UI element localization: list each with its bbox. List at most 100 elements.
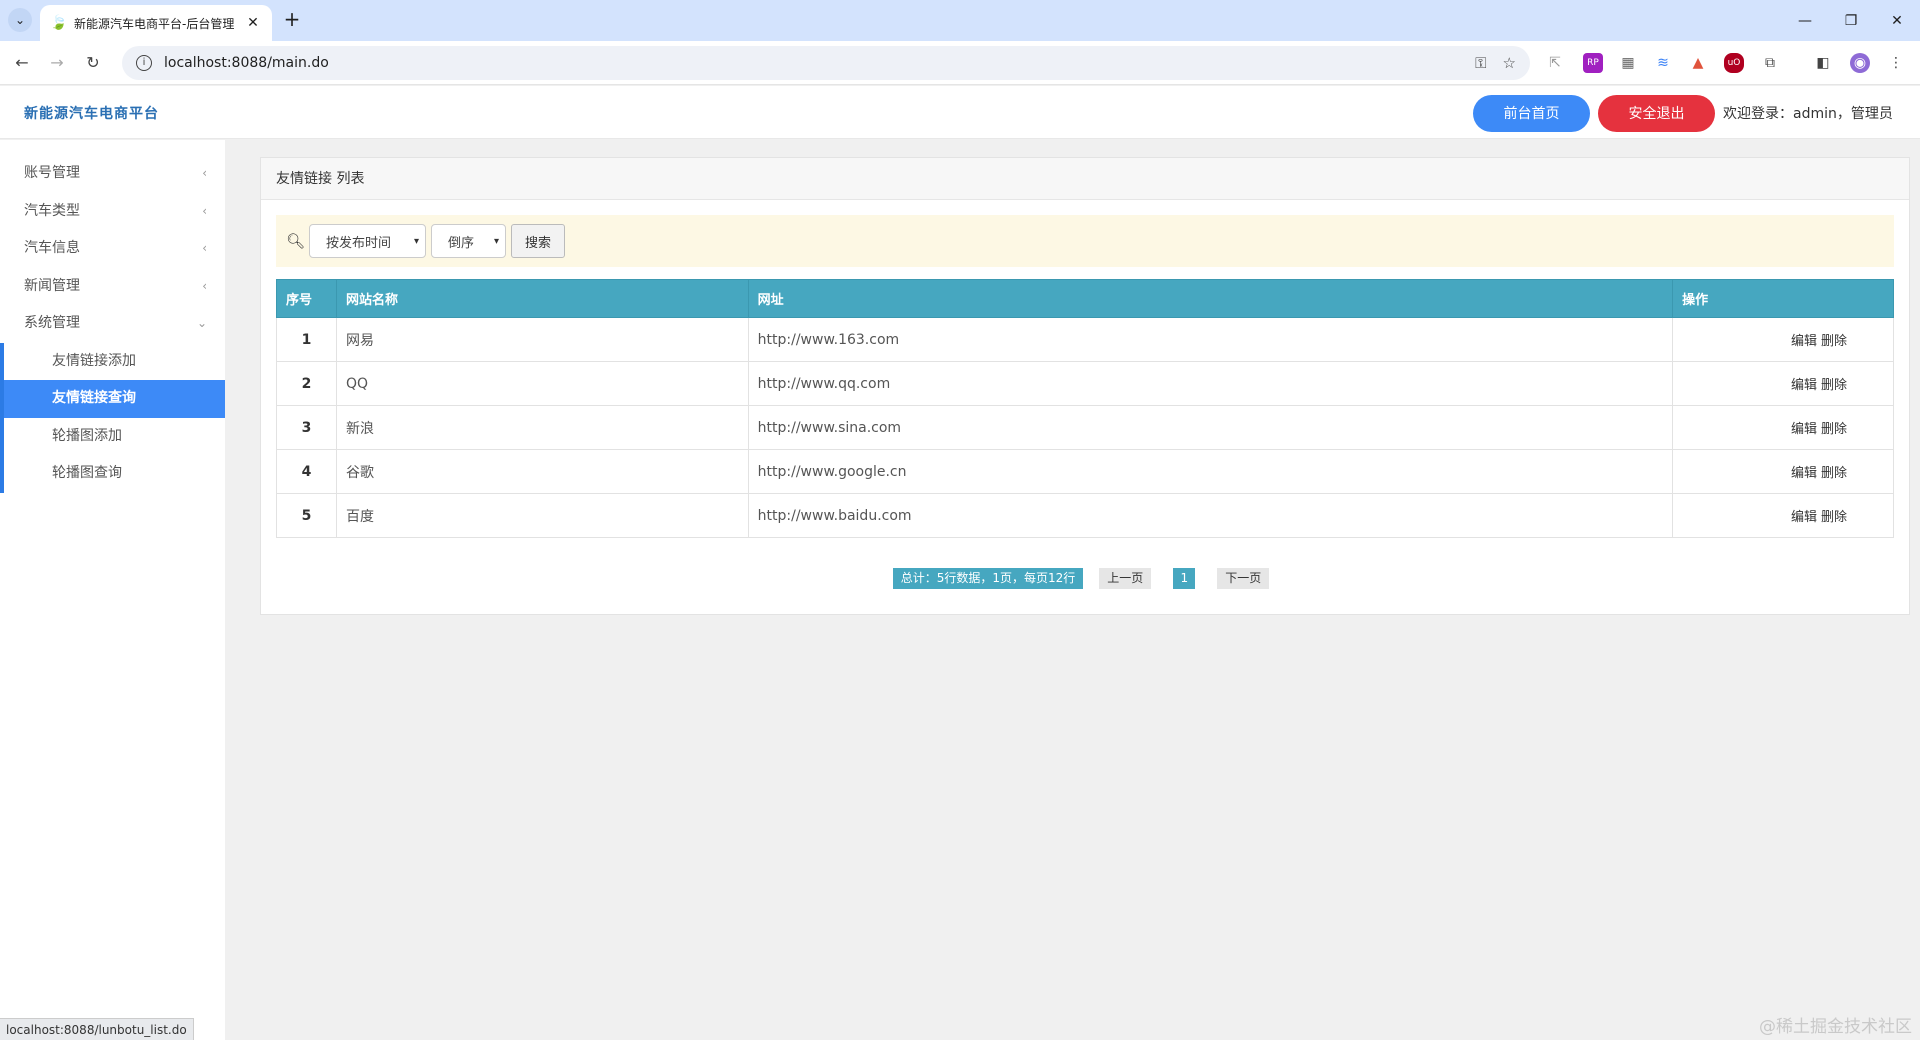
chevron-left-icon: ‹ <box>202 166 207 180</box>
leaf-favicon-icon: 🍃 <box>50 15 68 31</box>
sidebar-item-label: 汽车类型 <box>24 202 80 219</box>
main-panel: 友情链接 列表 🔍︎ 按发布时间 ▾ 倒序 ▾ 搜索 序号 网站名称 网址 操作… <box>260 157 1910 615</box>
cell-actions: 编辑 删除 <box>1672 493 1894 538</box>
watermark: @稀土掘金技术社区 <box>1759 1017 1912 1037</box>
extension-ublock-icon[interactable]: uO <box>1724 53 1744 73</box>
chevron-left-icon: ‹ <box>202 278 207 293</box>
window-close-icon[interactable]: ✕ <box>1874 0 1920 41</box>
sidebar-item-label: 汽车信息 <box>24 240 80 256</box>
front-home-button[interactable]: 前台首页 <box>1473 95 1590 132</box>
pagination-summary: 总计：5行数据，1页，每页12行 <box>892 568 1084 589</box>
cell-url: http://www.baidu.com <box>747 493 1674 538</box>
sort-field-select[interactable]: 按发布时间 ▾ <box>309 224 427 258</box>
panel-title: 友情链接 列表 <box>261 158 1909 200</box>
browser-tabbar: ⌄ 🍃 新能源汽车电商平台-后台管理 ✕ + — ❐ ✕ <box>0 0 1920 41</box>
delete-link[interactable]: 删除 <box>1821 466 1847 481</box>
cell-index: 3 <box>276 405 337 450</box>
edit-link[interactable]: 编辑 <box>1791 510 1817 525</box>
extension-cursor-icon[interactable]: ⇱ <box>1545 53 1565 73</box>
cell-actions: 编辑 删除 <box>1672 449 1894 494</box>
sort-order-select[interactable]: 倒序 ▾ <box>431 224 507 258</box>
edit-link[interactable]: 编辑 <box>1791 334 1817 349</box>
sidebar-item-car-info[interactable]: 汽车信息 ‹ <box>0 230 225 268</box>
search-bar: 🔍︎ 按发布时间 ▾ 倒序 ▾ 搜索 <box>276 215 1894 267</box>
chevron-down-icon: ▾ <box>494 235 500 247</box>
back-arrow-icon[interactable]: ← <box>10 51 34 75</box>
search-icon: 🔍︎ <box>286 232 306 250</box>
minimize-icon[interactable]: — <box>1782 0 1828 41</box>
col-header-url: 网址 <box>747 279 1674 318</box>
kebab-menu-icon[interactable]: ⋮ <box>1886 53 1906 73</box>
forward-arrow-icon[interactable]: → <box>45 51 69 75</box>
browser-tab[interactable]: 🍃 新能源汽车电商平台-后台管理 ✕ <box>40 5 272 41</box>
delete-link[interactable]: 删除 <box>1821 334 1847 349</box>
col-header-name: 网站名称 <box>335 279 749 318</box>
cell-name: 网易 <box>335 317 749 362</box>
sidebar-item-car-types[interactable]: 汽车类型 ‹ <box>0 193 225 231</box>
prev-page-button[interactable]: 上一页 <box>1099 568 1152 589</box>
extension-rp-icon[interactable]: RP <box>1583 53 1603 73</box>
links-table: 序号 网站名称 网址 操作 1 网易 http://www.163.com 编辑… <box>276 279 1894 538</box>
cell-index: 4 <box>276 449 337 494</box>
table-row: 2 QQ http://www.qq.com 编辑 删除 <box>276 361 1894 406</box>
password-key-icon[interactable]: ⚿ <box>1475 54 1486 72</box>
extension-tree-icon[interactable]: ▲ <box>1688 53 1708 73</box>
cell-url: http://www.qq.com <box>747 361 1674 406</box>
new-tab-plus-icon[interactable]: + <box>280 8 304 32</box>
sidebar-submenu: 友情链接添加 友情链接查询 轮播图添加 轮播图查询 <box>0 342 225 493</box>
cell-url: http://www.google.cn <box>747 449 1674 494</box>
delete-link[interactable]: 删除 <box>1821 510 1847 525</box>
cell-actions: 编辑 删除 <box>1672 317 1894 362</box>
table-row: 1 网易 http://www.163.com 编辑 删除 <box>276 317 1894 362</box>
current-page[interactable]: 1 <box>1173 568 1196 589</box>
sidebar-subitem-link-list[interactable]: 友情链接查询 <box>4 380 225 418</box>
next-page-button[interactable]: 下一页 <box>1217 568 1270 589</box>
address-url[interactable]: localhost:8088/main.do <box>164 55 1459 71</box>
sidebar-item-label: 账号管理 <box>24 165 80 181</box>
browser-toolbar: ← → ↻ i localhost:8088/main.do ⚿ ☆ ⇱ RP … <box>0 41 1920 85</box>
chevron-down-icon: ⌄ <box>196 316 207 330</box>
delete-link[interactable]: 删除 <box>1821 422 1847 437</box>
sidebar-subitem-link-add[interactable]: 友情链接添加 <box>4 343 225 381</box>
tab-close-icon[interactable]: ✕ <box>244 15 262 31</box>
extension-store-icon[interactable]: ▦ <box>1618 53 1638 73</box>
edit-link[interactable]: 编辑 <box>1791 466 1817 481</box>
sidebar-item-accounts[interactable]: 账号管理 ‹ <box>0 155 225 193</box>
cell-name: QQ <box>335 361 749 406</box>
cell-name: 百度 <box>335 493 749 538</box>
table-row: 5 百度 http://www.baidu.com 编辑 删除 <box>276 493 1894 538</box>
cell-actions: 编辑 删除 <box>1672 405 1894 450</box>
tab-title: 新能源汽车电商平台-后台管理 <box>74 16 235 31</box>
site-info-icon[interactable]: i <box>136 55 152 71</box>
delete-link[interactable]: 删除 <box>1821 378 1847 393</box>
brand-title[interactable]: 新能源汽车电商平台 <box>24 103 159 123</box>
address-bar[interactable]: i localhost:8088/main.do ⚿ ☆ <box>122 46 1530 80</box>
sidebar-item-news[interactable]: 新闻管理 ‹ <box>0 268 225 306</box>
sort-order-value: 倒序 <box>448 235 475 251</box>
reload-icon[interactable]: ↻ <box>81 51 105 75</box>
extension-layers-icon[interactable]: ≋ <box>1653 53 1673 73</box>
tab-search-chevron-icon[interactable]: ⌄ <box>8 8 32 32</box>
app-header: 新能源汽车电商平台 前台首页 安全退出 欢迎登录：admin，管理员 <box>0 86 1920 139</box>
bookmark-star-icon[interactable]: ☆ <box>1503 54 1516 72</box>
side-panel-icon[interactable]: ◧ <box>1813 53 1833 73</box>
extensions-puzzle-icon[interactable]: ⧉ <box>1760 53 1780 73</box>
profile-avatar-icon[interactable]: ◉ <box>1850 53 1870 73</box>
logout-button[interactable]: 安全退出 <box>1598 95 1715 132</box>
welcome-text: 欢迎登录：admin，管理员 <box>1723 106 1893 122</box>
sidebar-item-system[interactable]: 系统管理 ⌄ <box>0 305 225 343</box>
search-button[interactable]: 搜索 <box>511 224 566 258</box>
edit-link[interactable]: 编辑 <box>1791 422 1817 437</box>
edit-link[interactable]: 编辑 <box>1791 378 1817 393</box>
sidebar-item-label: 新闻管理 <box>24 277 80 294</box>
chevron-left-icon: ‹ <box>202 203 207 218</box>
sidebar-subitem-carousel-list[interactable]: 轮播图查询 <box>4 455 225 493</box>
cell-url: http://www.sina.com <box>747 405 1674 450</box>
cell-index: 2 <box>276 361 337 406</box>
status-bar-url: localhost:8088/lunbotu_list.do <box>0 1018 194 1040</box>
sidebar-subitem-carousel-add[interactable]: 轮播图添加 <box>4 418 225 456</box>
restore-icon[interactable]: ❐ <box>1828 0 1874 41</box>
sidebar-item-label: 系统管理 <box>24 315 80 331</box>
cell-actions: 编辑 删除 <box>1672 361 1894 406</box>
table-row: 4 谷歌 http://www.google.cn 编辑 删除 <box>276 449 1894 494</box>
